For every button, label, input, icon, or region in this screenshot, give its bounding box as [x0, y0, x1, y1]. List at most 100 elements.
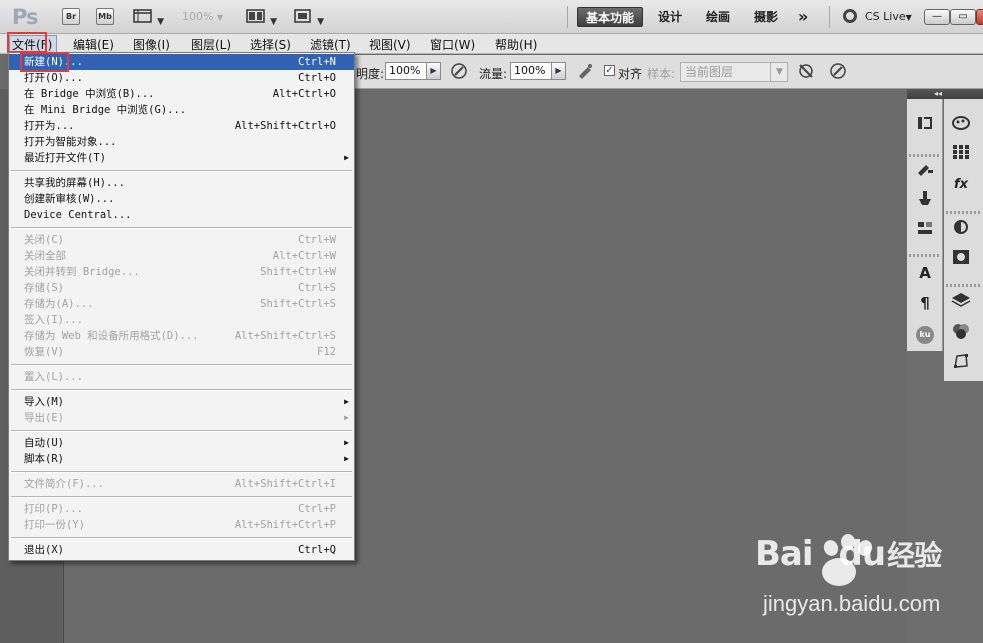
watermark-url: jingyan.baidu.com	[763, 591, 941, 616]
flow-slider-button[interactable]: ▶	[551, 62, 566, 80]
styles-icon[interactable]: fx	[947, 174, 975, 196]
panel-icons-column-1: A ¶ ku	[907, 99, 943, 351]
menu-item-label: 打开(O)...	[24, 72, 83, 84]
launch-mini-bridge-button[interactable]: Mb	[96, 8, 114, 25]
file-menu-item[interactable]: 共享我的屏幕(H)...	[9, 175, 354, 191]
menu-item-label: Device Central...	[24, 209, 132, 221]
adjustments-icon[interactable]	[947, 219, 975, 241]
panel-dock-header[interactable]: ◂◂	[907, 89, 983, 99]
file-menu-item[interactable]: 在 Bridge 中浏览(B)... Alt+Ctrl+O	[9, 86, 354, 102]
minimize-button[interactable]: —	[924, 9, 950, 25]
menu-item-label: 存储为 Web 和设备所用格式(D)...	[24, 330, 199, 342]
chevron-down-icon: ▼	[905, 13, 912, 22]
view-extras-button[interactable]: ▼	[133, 8, 165, 27]
workspace-photography-button[interactable]: 摄影	[746, 7, 786, 27]
menu-edit[interactable]: 编辑(E)	[73, 36, 114, 53]
history-icon[interactable]	[911, 114, 939, 136]
ignore-adjustment-layers-button[interactable]	[797, 62, 815, 84]
close-button[interactable]	[976, 9, 983, 25]
menu-item-label: 打开为...	[24, 120, 75, 132]
flow-input[interactable]: 100%	[510, 62, 552, 80]
file-menu-item[interactable]: 脚本(R) ▶	[9, 451, 354, 467]
file-menu-item: 文件简介(F)... Alt+Shift+Ctrl+I	[9, 476, 354, 492]
tablet-pressure-size-button[interactable]	[829, 62, 847, 84]
restore-button[interactable]: ▭	[950, 9, 976, 25]
menu-view[interactable]: 视图(V)	[369, 36, 411, 53]
paths-icon[interactable]	[947, 352, 975, 374]
file-menu-item: 打印一份(Y) Alt+Shift+Ctrl+P	[9, 517, 354, 533]
opacity-label: 明度:	[356, 67, 385, 81]
file-menu-item: 关闭全部 Alt+Ctrl+W	[9, 248, 354, 264]
zoom-level-dropdown[interactable]: 100% ▼	[182, 10, 223, 23]
launch-bridge-button[interactable]: Br	[62, 8, 80, 25]
menu-item-label: 打开为智能对象...	[24, 136, 117, 148]
divider	[829, 6, 830, 28]
arrange-documents-button[interactable]: ▼	[246, 8, 277, 27]
opacity-slider-button[interactable]: ▶	[426, 62, 441, 80]
file-menu-item[interactable]: 退出(X) Ctrl+Q	[9, 542, 354, 558]
menu-item-label: 存储(S)	[24, 282, 64, 294]
menu-help[interactable]: 帮助(H)	[495, 36, 537, 53]
file-menu-item: 存储为 Web 和设备所用格式(D)... Alt+Shift+Ctrl+S	[9, 328, 354, 344]
channels-icon[interactable]	[947, 322, 975, 344]
menu-separator	[11, 537, 352, 539]
file-menu-item: 置入(L)...	[9, 369, 354, 385]
file-menu-item[interactable]: 最近打开文件(T) ▶	[9, 150, 354, 166]
brush-presets-icon[interactable]	[911, 161, 939, 183]
pen-pressure-icon	[451, 63, 467, 79]
menu-item-label: 最近打开文件(T)	[24, 152, 106, 164]
workspace-painting-button[interactable]: 绘画	[698, 7, 738, 27]
menu-layer[interactable]: 图层(L)	[191, 36, 231, 53]
cs-live-button[interactable]: CS Live▼	[865, 10, 912, 23]
file-menu-item[interactable]: 导入(M) ▶	[9, 394, 354, 410]
screen-mode-button[interactable]: ▼	[293, 8, 325, 27]
menu-item-label: 退出(X)	[24, 544, 64, 556]
sample-label: 样本:	[647, 67, 676, 81]
chevron-down-icon: ▼	[157, 17, 165, 27]
chevron-down-icon: ▼	[317, 17, 325, 27]
more-workspaces-button[interactable]: »	[790, 7, 816, 27]
swatches-icon[interactable]	[947, 144, 975, 166]
file-menu-item: 存储为(A)... Shift+Ctrl+S	[9, 296, 354, 312]
file-menu-item[interactable]: 在 Mini Bridge 中浏览(G)...	[9, 102, 354, 118]
file-menu-item: 存储(S) Ctrl+S	[9, 280, 354, 296]
triangle-right-icon: ▶	[555, 66, 562, 75]
file-menu-item[interactable]: 创建新审核(W)...	[9, 191, 354, 207]
paragraph-icon[interactable]: ¶	[911, 292, 939, 314]
menu-window[interactable]: 窗口(W)	[430, 36, 475, 53]
ignore-adjustment-icon	[799, 64, 813, 78]
tablet-pressure-opacity-button[interactable]	[450, 62, 468, 84]
file-menu-item[interactable]: 自动(U) ▶	[9, 435, 354, 451]
workspace-essentials-button[interactable]: 基本功能	[577, 7, 643, 27]
align-checkbox[interactable]: ✓	[604, 65, 615, 76]
layers-icon[interactable]	[947, 292, 975, 314]
file-menu-item[interactable]: Device Central...	[9, 207, 354, 223]
clone-source-icon[interactable]	[911, 189, 939, 211]
file-menu-item[interactable]: 打开为智能对象...	[9, 134, 354, 150]
file-menu-item[interactable]: 打开(O)... Ctrl+O	[9, 70, 354, 86]
pen-pressure-icon	[830, 63, 846, 79]
divider	[946, 284, 981, 287]
menu-filter[interactable]: 滤镜(T)	[310, 36, 351, 53]
menu-item-shortcut: Alt+Shift+Ctrl+I	[234, 478, 336, 490]
divider	[909, 254, 941, 257]
file-menu-item[interactable]: 打开为... Alt+Shift+Ctrl+O	[9, 118, 354, 134]
menu-item-label: 签入(I)...	[24, 314, 83, 326]
menu-select[interactable]: 选择(S)	[250, 36, 291, 53]
tool-presets-icon[interactable]	[911, 219, 939, 241]
workspace-design-button[interactable]: 设计	[650, 7, 690, 27]
airbrush-button[interactable]	[576, 62, 594, 84]
airbrush-icon	[579, 64, 592, 79]
color-icon[interactable]	[947, 114, 975, 136]
menu-item-label: 共享我的屏幕(H)...	[24, 177, 125, 189]
masks-icon[interactable]	[947, 249, 975, 271]
menu-separator	[11, 364, 352, 366]
menu-item-label: 存储为(A)...	[24, 298, 94, 310]
menu-item-shortcut: Ctrl+Q	[298, 544, 336, 556]
menu-image[interactable]: 图像(I)	[133, 36, 170, 53]
menu-item-shortcut: F12	[317, 346, 336, 358]
opacity-input[interactable]: 100%	[385, 62, 427, 80]
menu-item-label: 在 Bridge 中浏览(B)...	[24, 88, 155, 100]
character-icon[interactable]: A	[911, 262, 939, 284]
kuler-icon[interactable]: ku	[916, 326, 934, 344]
